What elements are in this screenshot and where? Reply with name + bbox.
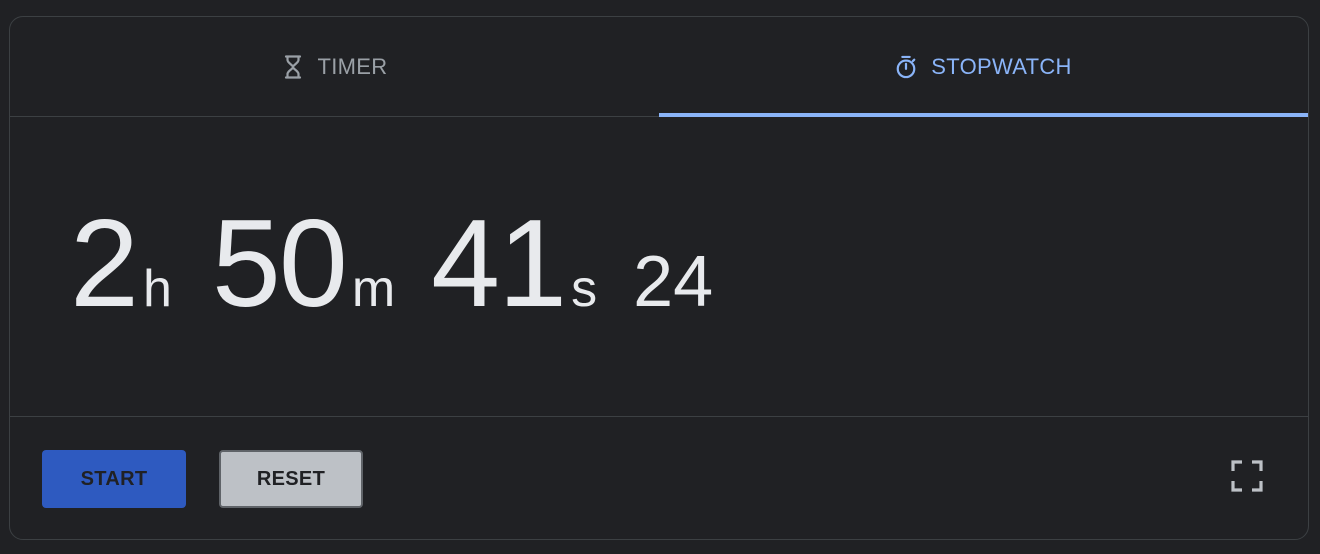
tab-bar: TIMER STOPWATCH (10, 17, 1308, 117)
minutes-value: 50 (211, 195, 348, 333)
tab-stopwatch-label: STOPWATCH (931, 53, 1072, 79)
hours-value: 2 (70, 195, 139, 333)
time-display: 2 h 50 m 41 s 24 (10, 117, 1308, 417)
control-bar: START RESET (10, 417, 1308, 539)
elapsed-time: 2 h 50 m 41 s 24 (70, 202, 713, 326)
fullscreen-icon[interactable] (1230, 459, 1264, 493)
seconds-value: 41 (431, 195, 567, 333)
tab-stopwatch[interactable]: STOPWATCH (659, 17, 1308, 117)
centiseconds-value: 24 (633, 242, 714, 322)
minutes-unit: m (351, 260, 396, 318)
hourglass-icon (282, 54, 304, 80)
tab-timer-label: TIMER (317, 53, 388, 79)
reset-button[interactable]: RESET (219, 450, 363, 508)
hours-unit: h (142, 260, 172, 318)
tab-timer[interactable]: TIMER (10, 17, 659, 116)
start-button[interactable]: START (42, 450, 186, 508)
stopwatch-card: TIMER STOPWATCH 2 h 50 m 41 s 24 START R… (9, 16, 1309, 540)
stopwatch-icon (895, 54, 917, 80)
seconds-unit: s (571, 260, 598, 318)
